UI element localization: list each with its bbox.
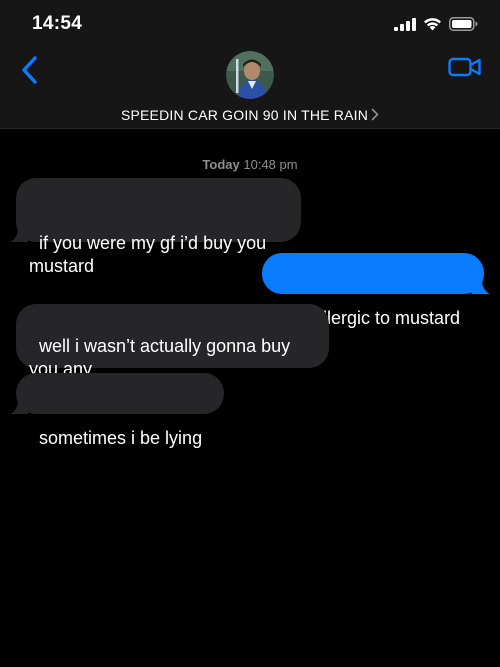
contact-name: SPEEDIN CAR GOIN 90 IN THE RAIN xyxy=(120,107,369,123)
bubble-tail xyxy=(472,280,490,294)
avatar-photo xyxy=(226,51,274,99)
message-bubble-outgoing[interactable]: i’m allergic to mustard xyxy=(262,253,490,328)
message-text: sometimes i be lying xyxy=(39,428,203,448)
cellular-signal-icon xyxy=(394,17,416,31)
back-button[interactable] xyxy=(14,52,44,88)
message-bubble-incoming[interactable]: well i wasn’t actually gonna buy you any xyxy=(16,304,329,379)
timestamp-time: 10:48 pm xyxy=(243,157,298,172)
video-call-button[interactable] xyxy=(448,54,482,80)
conversation-timestamp: Today 10:48 pm xyxy=(0,157,500,172)
video-camera-icon xyxy=(448,57,481,77)
status-icons xyxy=(394,14,478,34)
contact-avatar[interactable] xyxy=(226,51,274,99)
wifi-icon xyxy=(424,18,441,31)
chevron-left-icon xyxy=(22,56,37,84)
battery-icon xyxy=(449,17,478,31)
timestamp-day: Today xyxy=(202,157,240,172)
status-time: 14:54 xyxy=(32,13,83,34)
message-bubble-incoming[interactable]: if you were my gf i’d buy you mustard xyxy=(10,178,301,276)
message-bubble-incoming[interactable]: sometimes i be lying xyxy=(10,373,224,448)
status-bar: 14:54 xyxy=(0,0,500,48)
bubble-tail xyxy=(10,400,28,414)
contact-name-button[interactable]: SPEEDIN CAR GOIN 90 IN THE RAIN xyxy=(0,107,500,124)
chevron-right-icon xyxy=(371,108,379,121)
conversation-header: SPEEDIN CAR GOIN 90 IN THE RAIN xyxy=(0,48,500,129)
bubble-tail xyxy=(10,228,28,242)
message-text: if you were my gf i’d buy you mustard xyxy=(29,233,272,276)
